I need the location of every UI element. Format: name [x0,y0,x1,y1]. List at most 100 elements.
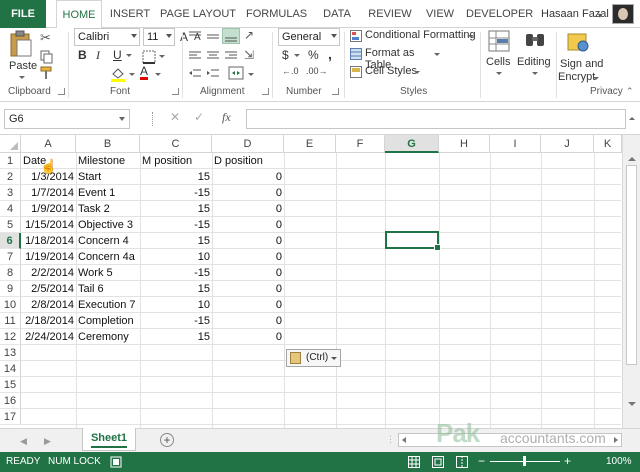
tab-view[interactable]: VIEW [422,0,458,28]
cell-d9[interactable]: 0 [212,281,284,297]
cell-d7[interactable]: 0 [212,249,284,265]
scroll-up-icon[interactable] [628,157,636,161]
scroll-right-icon[interactable] [614,437,618,443]
cell-b12[interactable]: Ceremony [76,329,140,345]
cell-b7[interactable]: Concern 4a [76,249,140,265]
column-header-h[interactable]: H [439,135,490,153]
paste-chevron-down-icon[interactable] [19,76,25,79]
font-size-dropdown[interactable]: 11 [143,28,175,46]
conditional-formatting-button[interactable]: Conditional Formatting [350,29,476,45]
cell-b3[interactable]: Event 1 [76,185,140,201]
orientation-icon[interactable]: ↗ [244,28,254,42]
cell-d11[interactable]: 0 [212,313,284,329]
clipboard-dialog-launcher-icon[interactable] [58,88,65,95]
cell-a12[interactable]: 2/24/2014 [21,329,76,345]
scroll-down-icon[interactable] [628,402,636,406]
font-dialog-launcher-icon[interactable] [172,88,179,95]
sheet-tab-sheet1[interactable]: Sheet1 [82,428,136,451]
cell-b5[interactable]: Objective 3 [76,217,140,233]
cancel-icon[interactable]: ✕ [170,110,180,124]
cell-c1[interactable]: M position [140,153,212,169]
row-header-1[interactable]: 1 [0,153,21,169]
row-header-12[interactable]: 12 [0,329,21,345]
align-right-icon[interactable] [224,50,238,62]
cell-d2[interactable]: 0 [212,169,284,185]
prev-sheet-icon[interactable]: ◀ [20,436,27,447]
cell-c6[interactable]: 15 [140,233,212,249]
font-name-dropdown[interactable]: Calibri [74,28,140,46]
column-header-j[interactable]: J [541,135,594,153]
formula-bar-grip[interactable] [152,112,154,126]
row-header-6[interactable]: 6 [0,233,21,249]
cell-d12[interactable]: 0 [212,329,284,345]
account-chevron-down-icon[interactable]: ▾ [598,11,602,20]
zoom-in-button[interactable]: + [564,454,571,468]
cell-c4[interactable]: 15 [140,201,212,217]
worksheet-grid[interactable]: ABCDEFGHIJK 1 2 3 4 5 6 7 8 9 10 11 12 13 14 15 16 17 Da… [0,135,640,428]
normal-view-icon[interactable] [408,456,420,468]
cell-c9[interactable]: 15 [140,281,212,297]
row-header-9[interactable]: 9 [0,281,21,297]
underline-button[interactable]: U [113,48,122,62]
formula-input[interactable] [246,109,626,129]
row-header-5[interactable]: 5 [0,217,21,233]
enter-icon[interactable]: ✓ [194,110,204,124]
cell-a7[interactable]: 1/19/2014 [21,249,76,265]
format-painter-icon[interactable] [40,66,54,80]
paste-button[interactable]: Paste [6,30,37,82]
cell-d5[interactable]: 0 [212,217,284,233]
collapse-ribbon-icon[interactable]: ⌃ [626,86,634,97]
sign-encrypt-button[interactable]: Sign and Encrypt [558,28,638,84]
next-sheet-icon[interactable]: ▶ [44,436,51,447]
cell-d10[interactable]: 0 [212,297,284,313]
italic-button[interactable]: I [96,48,100,63]
cell-d1[interactable]: D position [212,153,284,169]
cell-b4[interactable]: Task 2 [76,201,140,217]
page-layout-view-icon[interactable] [432,456,444,468]
column-header-i[interactable]: I [490,135,541,153]
tab-formulas[interactable]: FORMULAS [246,0,307,28]
cell-d8[interactable]: 0 [212,265,284,281]
borders-chevron-down-icon[interactable] [159,55,165,58]
cell-a10[interactable]: 2/8/2014 [21,297,76,313]
cell-c8[interactable]: -15 [140,265,212,281]
cell-b1[interactable]: Milestone [76,153,140,169]
cell-d4[interactable]: 0 [212,201,284,217]
avatar[interactable] [612,4,634,24]
select-all-button[interactable] [0,135,21,153]
increase-indent-icon[interactable] [206,68,220,80]
cut-icon[interactable]: ✂ [40,30,51,46]
paste-options-button[interactable]: (Ctrl) [286,349,342,367]
row-header-14[interactable]: 14 [0,361,21,377]
cell-a5[interactable]: 1/15/2014 [21,217,76,233]
merge-center-icon[interactable] [228,66,244,80]
merge-chevron-down-icon[interactable] [248,73,254,76]
decrease-decimal-icon[interactable]: .00→ [306,66,328,76]
number-dialog-launcher-icon[interactable] [332,88,339,95]
active-cell-g6[interactable] [385,231,441,251]
align-center-icon[interactable] [206,50,220,62]
cell-a8[interactable]: 2/2/2014 [21,265,76,281]
column-header-f[interactable]: F [336,135,385,153]
cell-b10[interactable]: Execution 7 [76,297,140,313]
currency-chevron-down-icon[interactable] [294,54,300,57]
column-header-c[interactable]: C [140,135,212,153]
fill-color-icon[interactable] [110,66,126,82]
format-as-table-button[interactable]: Format as Table [350,47,440,71]
cell-b11[interactable]: Completion [76,313,140,329]
borders-icon[interactable] [142,50,156,64]
vertical-scrollbar[interactable] [622,135,640,428]
number-format-dropdown[interactable]: General [278,28,340,46]
tab-file[interactable]: FILE [0,0,46,28]
vertical-scroll-thumb[interactable] [626,165,637,365]
cell-c3[interactable]: -15 [140,185,212,201]
column-header-b[interactable]: B [76,135,140,153]
macro-record-icon[interactable] [110,456,122,468]
cell-b9[interactable]: Tail 6 [76,281,140,297]
bold-button[interactable]: B [78,48,87,62]
row-header-4[interactable]: 4 [0,201,21,217]
row-header-15[interactable]: 15 [0,377,21,393]
cell-b6[interactable]: Concern 4 [76,233,140,249]
name-box[interactable]: G6 [4,109,130,129]
row-header-3[interactable]: 3 [0,185,21,201]
